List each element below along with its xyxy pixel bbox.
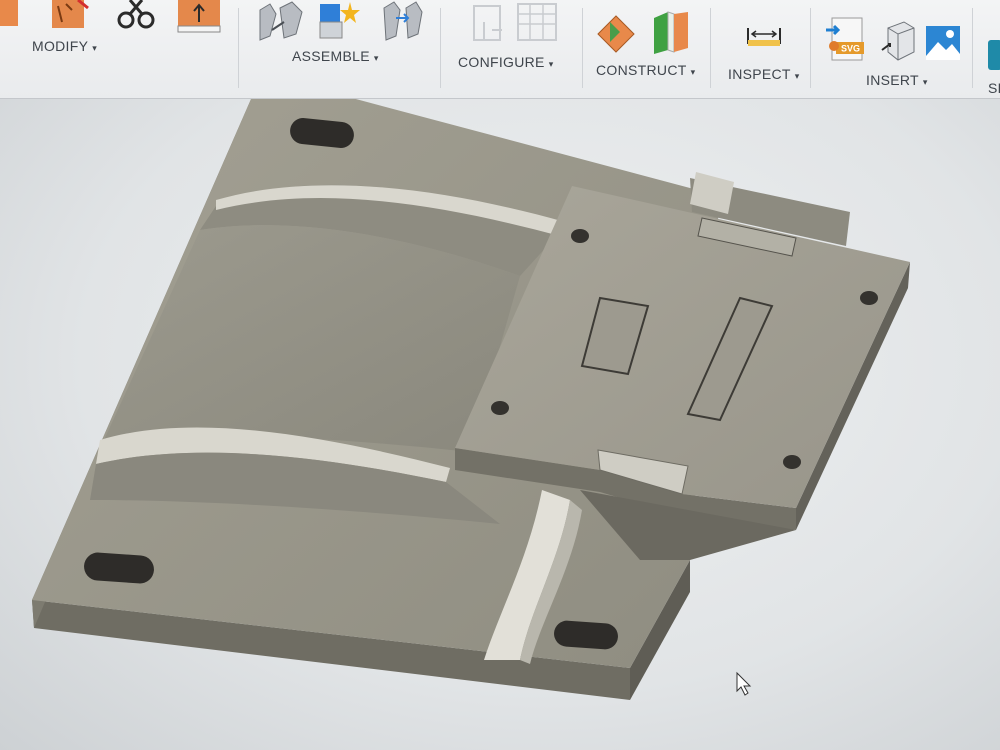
select-group: SE <box>974 0 1000 98</box>
new-component-icon[interactable] <box>256 0 306 44</box>
assemble-menu[interactable]: ASSEMBLE ▾ <box>292 48 379 64</box>
toolbar: MODIFY ▾ ASSEMBLE ▾ CONFIGURE ▾ CONSTRUC… <box>0 0 1000 99</box>
motion-link-icon[interactable] <box>380 0 426 42</box>
separator <box>710 8 711 88</box>
modify-label: MODIFY <box>32 38 89 54</box>
inspect-caret: ▾ <box>794 71 800 81</box>
mount-hole-top-left <box>571 229 589 243</box>
mount-hole-bottom-right <box>783 455 801 469</box>
insert-caret: ▾ <box>922 77 928 87</box>
insert-group: SVG INSERT ▾ <box>812 0 972 98</box>
separator <box>972 8 973 88</box>
cad-part-model[interactable] <box>0 99 1000 750</box>
assemble-caret: ▾ <box>373 53 379 63</box>
align-icon[interactable] <box>176 0 224 36</box>
svg-badge-text: SVG <box>841 44 860 54</box>
construct-caret: ▾ <box>690 67 696 77</box>
insert-menu[interactable]: INSERT ▾ <box>866 72 928 88</box>
mount-hole-bottom-left <box>491 401 509 415</box>
construct-label: CONSTRUCT <box>596 62 687 78</box>
assemble-label: ASSEMBLE <box>292 48 370 64</box>
midplane-icon[interactable] <box>650 10 692 54</box>
assemble-group: ASSEMBLE ▾ <box>240 0 440 98</box>
configure-menu[interactable]: CONFIGURE ▾ <box>458 54 554 70</box>
mount-hole-top-right <box>860 291 878 305</box>
configure-label: CONFIGURE <box>458 54 545 70</box>
configure-disabled-icon[interactable] <box>516 2 560 48</box>
configure-table-icon[interactable] <box>470 4 510 48</box>
modify-menu[interactable]: MODIFY ▾ <box>32 38 97 54</box>
separator <box>810 8 811 88</box>
insert-canvas-icon[interactable] <box>924 24 964 64</box>
configure-caret: ▾ <box>548 59 554 69</box>
main-channel-floor <box>104 225 520 452</box>
measure-icon[interactable] <box>744 22 784 52</box>
separator <box>440 8 441 88</box>
select-label: SE <box>988 80 1000 96</box>
press-pull-icon[interactable] <box>0 0 22 30</box>
base-slot-bottom-left <box>84 552 154 584</box>
select-menu[interactable]: SE <box>988 80 1000 96</box>
offset-plane-icon[interactable] <box>596 12 638 54</box>
modify-caret: ▾ <box>92 43 98 53</box>
scissors-icon[interactable] <box>116 0 160 32</box>
inspect-menu[interactable]: INSPECT ▾ <box>728 66 800 82</box>
base-slot-bottom-right <box>554 620 618 650</box>
insert-svg-icon[interactable]: SVG <box>824 16 870 64</box>
inspect-label: INSPECT <box>728 66 791 82</box>
construct-group: CONSTRUCT ▾ <box>584 0 704 98</box>
construct-menu[interactable]: CONSTRUCT ▾ <box>596 62 695 78</box>
configure-group: CONFIGURE ▾ <box>442 0 582 98</box>
3d-viewport[interactable] <box>0 99 1000 750</box>
insert-mesh-icon[interactable] <box>878 20 918 64</box>
insert-label: INSERT <box>866 72 919 88</box>
inspect-group: INSPECT ▾ <box>712 0 812 98</box>
fillet-icon[interactable] <box>48 0 92 32</box>
separator <box>238 8 239 88</box>
mouse-cursor-icon <box>736 671 752 696</box>
joint-icon[interactable] <box>318 0 364 42</box>
modify-group: MODIFY ▾ <box>0 0 240 98</box>
separator <box>582 8 583 88</box>
select-icon[interactable] <box>988 40 1000 70</box>
